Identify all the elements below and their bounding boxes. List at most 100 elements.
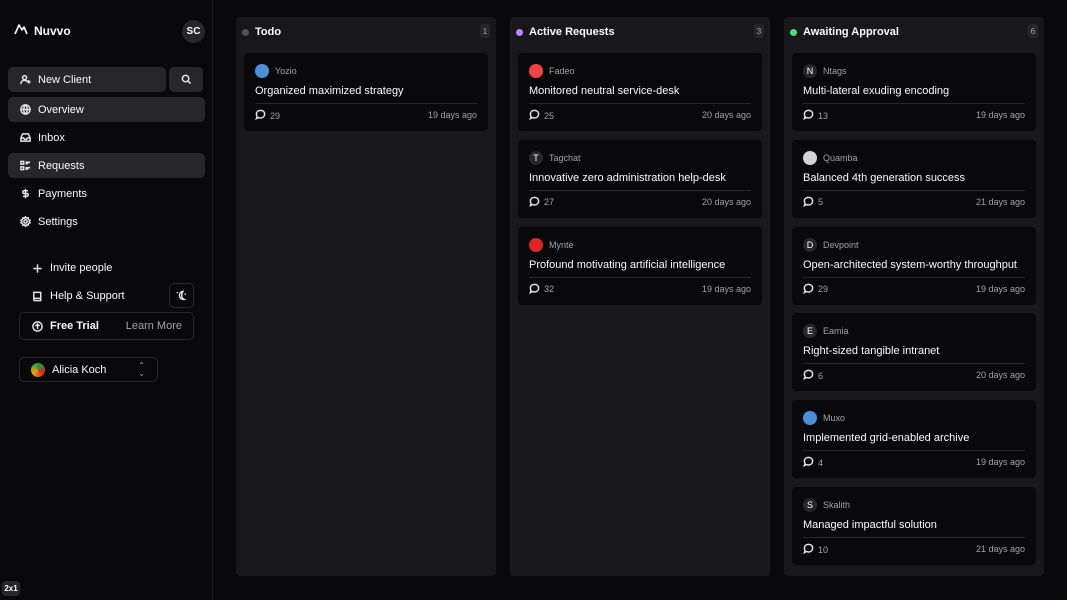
card-organization: Quamba [803,150,858,165]
brand[interactable]: Nuvvo [14,22,71,39]
org-logo-icon [803,411,817,426]
request-card[interactable]: Quamba Balanced 4th generation success 5 21… [792,139,1036,218]
user-switcher[interactable]: Alicia Koch ⌃ ⌄ [19,357,158,382]
request-card[interactable]: T Tagchat Innovative zero administration h… [518,139,762,218]
globe-icon [20,104,31,115]
org-name: Skalith [823,500,851,510]
help-support-link[interactable]: Help & Support [20,290,125,302]
comment-icon [803,543,814,556]
card-comments: 10 [803,543,828,556]
card-divider [255,103,477,104]
column-todo: Todo 1 Yozio Organized maximized strategy 29… [236,17,496,576]
card-divider [529,189,751,191]
card-title: Profound motivating artificial intellige… [529,258,726,271]
comment-count: 10 [818,544,829,555]
org-name: Quamba [823,152,858,163]
comment-count: 29 [270,110,281,121]
card-date: 19 days ago [975,457,1025,468]
card-organization: S Skalith [803,498,850,512]
card-organization: Fadeo [529,64,575,78]
arrow-up-circle-icon [32,320,43,332]
card-comments: 29 [803,283,828,296]
card-title: Multi-lateral exuding encoding [803,85,950,97]
request-card[interactable]: Fadeo Monitored neutral service-desk 25 20 … [518,53,762,131]
card-organization: Yozio [255,64,297,78]
new-client-button[interactable]: New Client [8,67,166,92]
card-organization: D Devpoint [803,237,859,252]
comment-count: 6 [818,370,824,381]
card-comments: 32 [529,283,554,296]
comment-icon [803,196,814,209]
invite-people-link[interactable]: Invite people [20,262,112,274]
plus-icon [32,263,43,274]
sidebar-item-payments[interactable]: Payments [8,181,205,206]
sidebar-item-settings[interactable]: Settings [8,209,205,234]
card-title: Managed impactful solution [803,519,937,531]
comment-count: 13 [818,110,829,121]
sidebar-nav: Overview Inbox Requests Payments Setting… [8,97,205,237]
free-trial-label: Free Trial [50,320,99,332]
column-header: Awaiting Approval 6 [790,24,1038,39]
sidebar: Nuvvo SC New Client Overview Inbox Reque… [0,0,213,600]
sidebar-item-inbox[interactable]: Inbox [8,125,205,150]
org-name: Devpoint [823,239,859,250]
card-comments: 4 [803,456,823,469]
user-name: Alicia Koch [52,363,107,376]
column-count-badge: 6 [1028,24,1038,38]
card-title: Innovative zero administration help-desk [529,171,726,184]
org-logo-icon: E [803,324,817,339]
search-button[interactable] [169,67,203,92]
org-name: Muxo [823,413,846,424]
org-name: Fadeo [549,66,575,76]
column-count-badge: 1 [480,24,490,38]
brand-logo-icon [14,22,28,39]
org-name: Mynte [549,239,574,250]
request-card[interactable]: D Devpoint Open-architected system-worthy … [792,226,1036,305]
sidebar-item-requests[interactable]: Requests [8,153,205,178]
card-date: 19 days ago [427,110,477,120]
comment-icon [803,369,814,382]
request-card[interactable]: N Ntags Multi-lateral exuding encoding 13 19… [792,53,1036,131]
column-count-badge: 3 [754,24,764,38]
chevron-up-down-icon: ⌃ ⌄ [138,360,145,378]
org-logo-icon: T [529,150,543,165]
card-comments: 5 [803,196,823,209]
account-avatar[interactable]: SC [182,20,205,43]
sidebar-item-label: Settings [38,215,78,228]
request-card[interactable]: S Skalith Managed impactful solution 10 21 d… [792,487,1036,565]
comment-icon [529,196,540,209]
request-card[interactable]: Muxo Implemented grid-enabled archive 4 19 … [792,400,1036,479]
theme-toggle-button[interactable] [169,283,194,308]
org-logo-icon: D [803,237,817,252]
card-divider [803,450,1025,452]
comment-icon [255,109,266,122]
request-card[interactable]: Yozio Organized maximized strategy 29 19 da… [244,53,488,131]
org-name: Yozio [275,66,297,76]
comment-icon [529,283,540,296]
card-date: 19 days ago [975,283,1025,294]
comment-icon [803,456,814,469]
card-divider [803,103,1025,104]
learn-more-link[interactable]: Learn More [126,320,182,332]
card-divider [529,276,751,278]
card-organization: N Ntags [803,64,847,78]
sidebar-item-overview[interactable]: Overview [8,97,205,122]
column-active-requests: Active Requests 3 Fadeo Monitored neutral s… [510,17,770,576]
column-awaiting-approval: Awaiting Approval 6 N Ntags Multi-lateral ex… [784,17,1044,576]
zoom-badge[interactable]: 2x1 [2,581,20,596]
gear-icon [20,216,31,227]
card-date: 20 days ago [975,370,1025,381]
request-card[interactable]: Mynte Profound motivating artificial inte… [518,226,762,305]
card-divider [529,103,751,104]
org-name: Tagchat [549,152,581,163]
free-trial-banner[interactable]: Free Trial Learn More [19,312,194,340]
card-divider [803,537,1025,538]
org-logo-icon [529,64,543,78]
user-avatar [31,362,45,377]
comment-count: 4 [818,457,824,468]
card-date: 21 days ago [975,544,1025,554]
comment-icon [803,109,814,122]
card-organization: Muxo [803,411,846,426]
request-card[interactable]: E Eamia Right-sized tangible intranet 6 20 d… [792,313,1036,392]
card-title: Open-architected system-worthy throughpu… [803,258,1017,271]
